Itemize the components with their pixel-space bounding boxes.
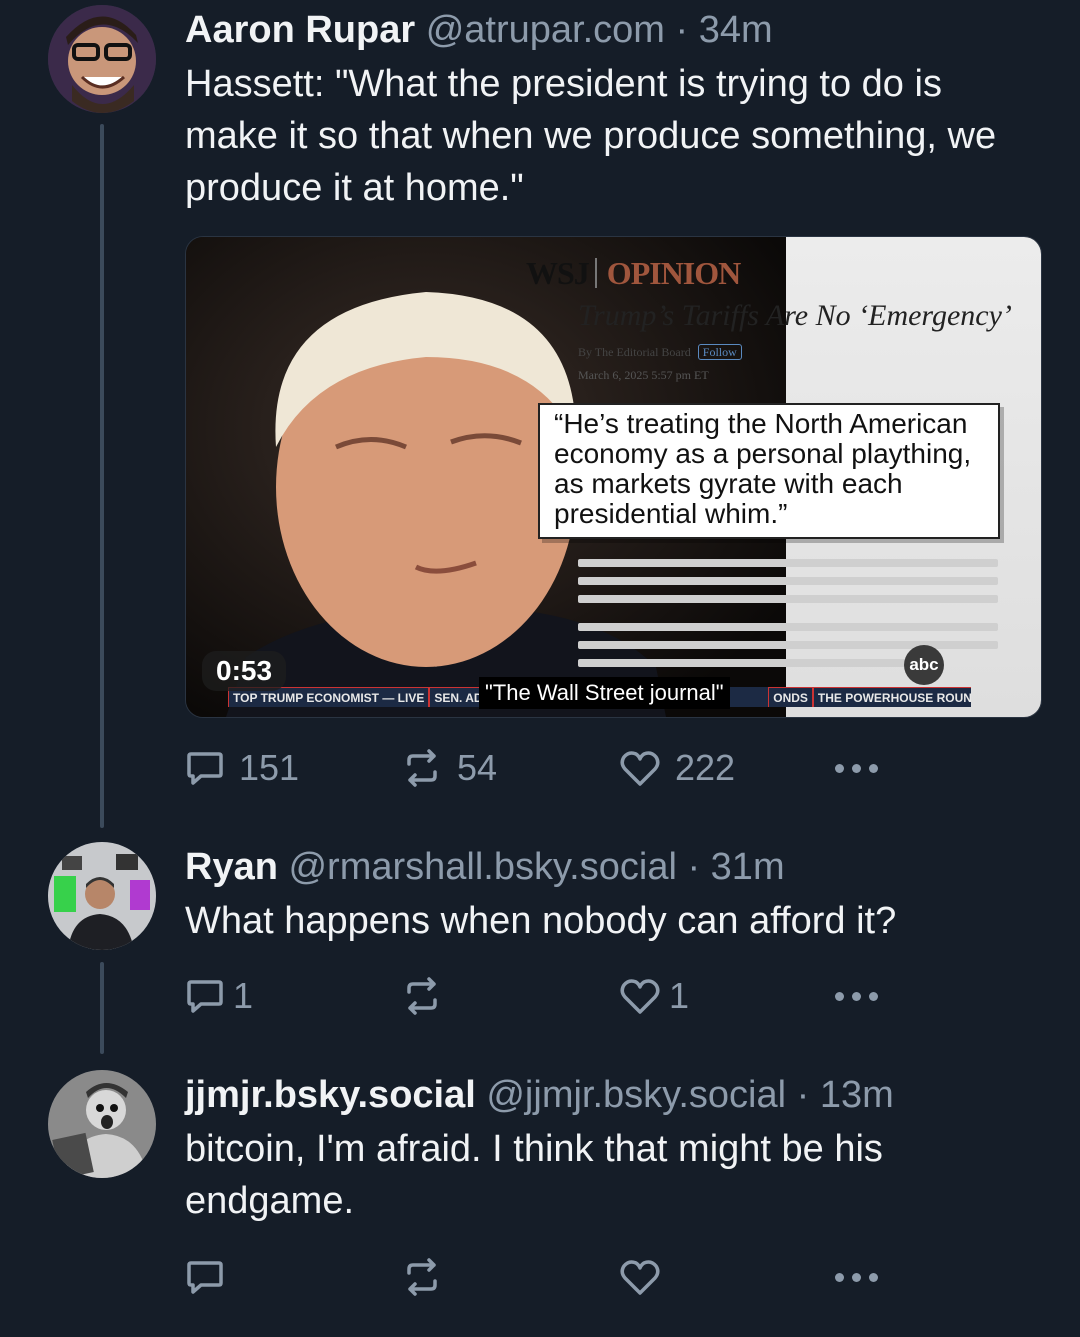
like-button[interactable]: 222	[619, 743, 735, 793]
like-count: 222	[675, 747, 736, 788]
paper-brand: WSJ	[526, 255, 590, 291]
reply-icon	[187, 980, 223, 1013]
faded-article-line	[578, 577, 998, 585]
author-handle[interactable]: @jjmjr.bsky.social	[486, 1074, 786, 1116]
repost-icon	[407, 749, 437, 787]
like-icon	[620, 979, 660, 1014]
faded-article-line	[578, 595, 998, 603]
avatar[interactable]	[48, 5, 156, 113]
reply-icon	[187, 752, 223, 785]
more-icon	[835, 1272, 886, 1282]
post-text: Hassett: "What the president is trying t…	[185, 63, 997, 209]
post-text: What happens when nobody can afford it?	[185, 900, 897, 942]
ticker-segment: THE POWERHOUSE ROUNDTABLE	[812, 687, 971, 707]
video-embed[interactable]: WSJ OPINION Trump’s Tariffs Are No ‘Emerg…	[185, 236, 1042, 718]
faded-article-line	[578, 659, 908, 667]
like-icon	[620, 1260, 660, 1295]
author-name[interactable]: Aaron Rupar	[185, 9, 415, 51]
like-button[interactable]	[619, 1252, 661, 1302]
separator-dot: ·	[796, 1074, 810, 1116]
byline-text: By The Editorial Board	[578, 345, 691, 359]
faded-article-line	[578, 559, 998, 567]
more-icon	[835, 991, 886, 1001]
paper-section: OPINION	[606, 255, 741, 291]
separator-dot: ·	[687, 846, 701, 888]
post-time[interactable]: 13m	[820, 1074, 894, 1116]
avatar[interactable]	[48, 842, 156, 950]
post-time[interactable]: 34m	[699, 9, 773, 51]
author-name[interactable]: jjmjr.bsky.social	[185, 1074, 476, 1116]
post-header: jjmjr.bsky.social @jjmjr.bsky.social · 1…	[185, 1073, 1040, 1117]
more-button[interactable]	[835, 971, 886, 1021]
post-actions	[185, 1252, 905, 1302]
reply-count: 1	[233, 975, 254, 1016]
repost-button[interactable]: 54	[401, 743, 497, 793]
wsj-logo: WSJ OPINION	[526, 255, 741, 292]
avatar[interactable]	[48, 1070, 156, 1178]
separator-dot: ·	[675, 9, 689, 51]
author-handle[interactable]: @atrupar.com	[426, 9, 665, 51]
like-icon	[620, 751, 660, 786]
more-icon	[835, 763, 886, 773]
reply-button[interactable]: 1	[185, 971, 253, 1021]
post-actions: 1 1	[185, 971, 905, 1021]
video-caption: "The Wall Street journal"	[479, 677, 730, 709]
author-handle[interactable]: @rmarshall.bsky.social	[288, 846, 676, 888]
faded-article-line	[578, 623, 998, 631]
post-header: Aaron Rupar @atrupar.com · 34m	[185, 8, 1040, 52]
article-date: March 6, 2025 5:57 pm ET	[578, 368, 709, 382]
video-duration: 0:53	[202, 651, 287, 691]
repost-button[interactable]	[401, 971, 443, 1021]
ticker-segment: ONDS	[768, 687, 813, 707]
post-header: Ryan @rmarshall.bsky.social · 31m	[185, 845, 1040, 889]
thread-line	[100, 124, 104, 828]
thread-line	[100, 962, 104, 1054]
author-name[interactable]: Ryan	[185, 846, 278, 888]
network-logo: abc	[904, 645, 944, 685]
post-text: bitcoin, I'm afraid. I think that might …	[185, 1128, 883, 1222]
reply-button[interactable]	[185, 1252, 225, 1302]
repost-button[interactable]	[401, 1252, 443, 1302]
reply-button[interactable]: 151	[185, 743, 299, 793]
post-actions: 151 54 222	[185, 743, 905, 793]
article-quote: “He’s treating the North American econom…	[538, 403, 1000, 539]
more-button[interactable]	[835, 1252, 886, 1302]
post-time[interactable]: 31m	[711, 846, 785, 888]
repost-count: 54	[457, 747, 498, 788]
like-button[interactable]: 1	[619, 971, 689, 1021]
follow-badge: Follow	[697, 344, 742, 360]
reply-count: 151	[239, 747, 300, 788]
more-button[interactable]	[835, 743, 886, 793]
like-count: 1	[669, 975, 690, 1016]
repost-icon	[407, 1258, 437, 1296]
repost-icon	[407, 977, 437, 1015]
article-headline: Trump’s Tariffs Are No ‘Emergency’	[578, 299, 1012, 332]
reply-icon	[187, 1261, 223, 1294]
article-byline: By The Editorial Board Follow	[578, 344, 742, 360]
